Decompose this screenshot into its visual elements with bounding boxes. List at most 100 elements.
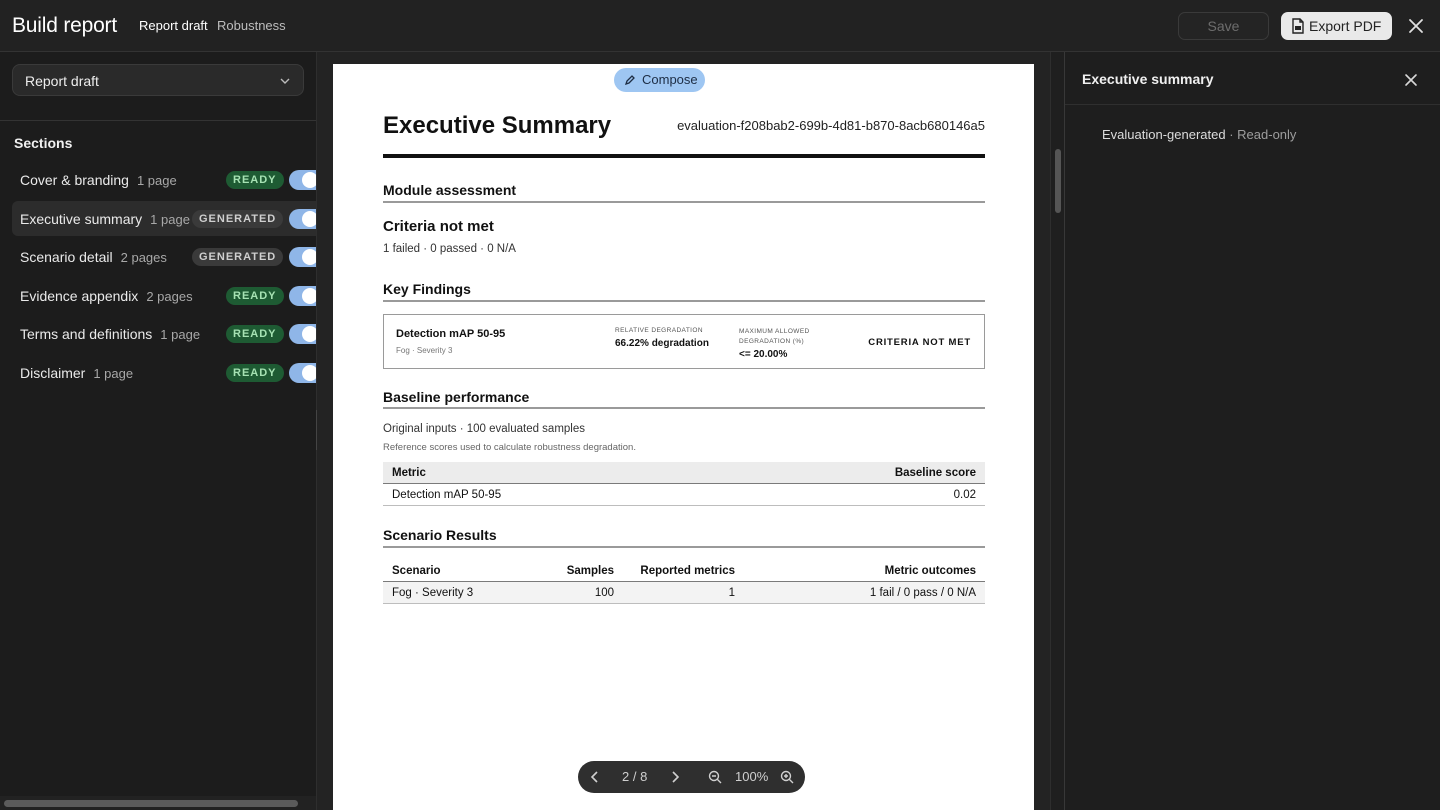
chevron-down-icon — [280, 78, 290, 84]
column-header: Metric outcomes — [884, 565, 976, 577]
section-rule — [383, 546, 985, 548]
section-name: Disclaimer — [20, 364, 86, 381]
sections-sidebar: Report draft Sections Cover & branding 1 … — [0, 52, 316, 810]
page-navigator: 2 / 8 100% — [578, 761, 805, 793]
preview-vertical-scrollbar[interactable] — [1050, 52, 1064, 810]
top-bar: Build report Report draft Robustness Sav… — [0, 0, 1440, 52]
close-icon[interactable] — [1404, 73, 1418, 87]
breadcrumb-report-draft[interactable]: Report draft — [139, 18, 208, 33]
sidebar-horizontal-scrollbar[interactable] — [0, 796, 316, 810]
column-header: Metric — [392, 467, 426, 479]
note-separator: · — [1225, 127, 1238, 142]
section-name: Evidence appendix — [20, 287, 139, 304]
toggle-knob — [302, 326, 316, 342]
section-page-count: 1 page — [93, 365, 134, 381]
breadcrumb-robustness[interactable]: Robustness — [217, 18, 286, 33]
section-source-note: Evaluation-generated · Read-only — [1102, 127, 1296, 142]
baseline-heading: Baseline performance — [383, 389, 530, 405]
source-label: Evaluation-generated — [1102, 127, 1226, 142]
report-draft-select[interactable]: Report draft — [12, 64, 304, 96]
chevron-right-icon[interactable] — [668, 770, 682, 784]
toggle-knob — [302, 364, 316, 381]
relative-degradation-label: RELATIVE DEGRADATION — [615, 327, 703, 334]
table-row: Detection mAP 50-95 0.02 — [383, 484, 985, 506]
close-icon[interactable] — [1407, 17, 1425, 35]
compose-button[interactable]: Compose — [614, 68, 705, 92]
status-badge: GENERATED — [192, 248, 284, 266]
right-panel: Executive summary Evaluation-generated ·… — [1065, 52, 1440, 810]
status-badge: READY — [226, 363, 284, 382]
scenario-results-heading: Scenario Results — [383, 527, 497, 543]
table-row: Fog · Severity 3 100 1 1 fail / 0 pass /… — [383, 582, 985, 604]
column-header: Samples — [566, 565, 614, 577]
section-name: Executive summary — [20, 210, 143, 227]
file-pdf-icon — [1292, 18, 1304, 34]
column-header: Scenario — [392, 565, 441, 577]
sidebar-divider — [0, 120, 316, 121]
section-item-disclaimer[interactable]: Disclaimer 1 page READY — [12, 355, 316, 390]
zoom-level: 100% — [735, 769, 769, 784]
section-item-executive-summary[interactable]: Executive summary 1 page GENERATED — [12, 200, 316, 236]
right-panel-title: Executive summary — [1082, 71, 1214, 87]
toggle-knob — [302, 210, 316, 227]
scrollbar-thumb[interactable] — [1055, 149, 1061, 213]
finding-card: Detection mAP 50-95 Fog · Severity 3 REL… — [383, 314, 985, 369]
section-page-count: 2 pages — [120, 250, 167, 265]
section-name: Terms and definitions — [20, 326, 153, 342]
section-toggle[interactable] — [289, 247, 316, 267]
export-pdf-label: Export PDF — [1309, 18, 1382, 34]
section-label: Evidence appendix 2 pages — [20, 288, 193, 304]
page-indicator: 2 / 8 — [622, 769, 648, 784]
section-page-count: 1 page — [160, 327, 201, 342]
section-item-cover[interactable]: Cover & branding 1 page READY — [12, 162, 316, 197]
status-badge: READY — [226, 325, 284, 343]
max-degradation-value: <= 20.00% — [739, 349, 788, 360]
status-badge: READY — [226, 286, 284, 305]
export-pdf-button[interactable]: Export PDF — [1281, 12, 1392, 40]
section-name: Cover & branding — [20, 172, 129, 188]
table-cell: Detection mAP 50-95 — [392, 489, 502, 501]
scrollbar-thumb[interactable] — [4, 800, 298, 807]
table-header: Scenario Samples Reported metrics Metric… — [383, 560, 985, 582]
section-item-scenario-detail[interactable]: Scenario detail 2 pages GENERATED — [12, 239, 316, 274]
chevron-left-icon[interactable] — [588, 770, 602, 784]
section-page-count: 2 pages — [146, 288, 193, 304]
doc-title: Executive Summary — [383, 112, 612, 139]
save-button[interactable]: Save — [1178, 12, 1269, 40]
section-item-evidence-appendix[interactable]: Evidence appendix 2 pages READY — [12, 278, 316, 313]
section-toggle[interactable] — [289, 285, 316, 306]
section-rule — [383, 201, 985, 203]
section-toggle[interactable] — [289, 362, 316, 383]
toggle-knob — [302, 287, 316, 304]
baseline-table: Metric Baseline score Detection mAP 50-9… — [383, 462, 985, 506]
read-only-label: Read-only — [1237, 127, 1297, 142]
section-toggle[interactable] — [289, 170, 316, 190]
module-assessment-heading: Module assessment — [383, 182, 517, 198]
section-toggle[interactable] — [289, 208, 316, 229]
table-cell: Fog · Severity 3 — [392, 587, 474, 599]
section-name: Scenario detail — [20, 249, 113, 265]
sections-heading: Sections — [14, 135, 73, 151]
scenario-results-table: Scenario Samples Reported metrics Metric… — [383, 560, 985, 604]
section-page-count: 1 page — [150, 211, 190, 227]
section-rule — [383, 300, 985, 302]
section-label: Cover & branding 1 page — [20, 172, 177, 188]
section-label: Scenario detail 2 pages — [20, 249, 167, 265]
section-page-count: 1 page — [136, 173, 177, 188]
zoom-in-icon[interactable] — [780, 770, 794, 784]
finding-scenario: Fog · Severity 3 — [396, 346, 453, 355]
column-header: Baseline score — [894, 467, 976, 479]
section-label: Executive summary 1 page — [20, 211, 190, 227]
section-toggle[interactable] — [289, 324, 316, 344]
status-badge: GENERATED — [192, 209, 284, 228]
table-header: Metric Baseline score — [383, 462, 985, 484]
section-label: Disclaimer 1 page — [20, 365, 133, 381]
evaluation-id: evaluation-f208bab2-699b-4d81-b870-8acb6… — [677, 118, 985, 133]
baseline-note: Reference scores used to calculate robus… — [383, 442, 636, 453]
key-findings-heading: Key Findings — [383, 281, 471, 297]
zoom-out-icon[interactable] — [708, 770, 722, 784]
sections-list: Cover & branding 1 page READY Executive s… — [12, 162, 316, 393]
section-item-terms[interactable]: Terms and definitions 1 page READY — [12, 316, 316, 351]
section-rule — [383, 407, 985, 409]
column-header: Reported metrics — [640, 565, 735, 577]
